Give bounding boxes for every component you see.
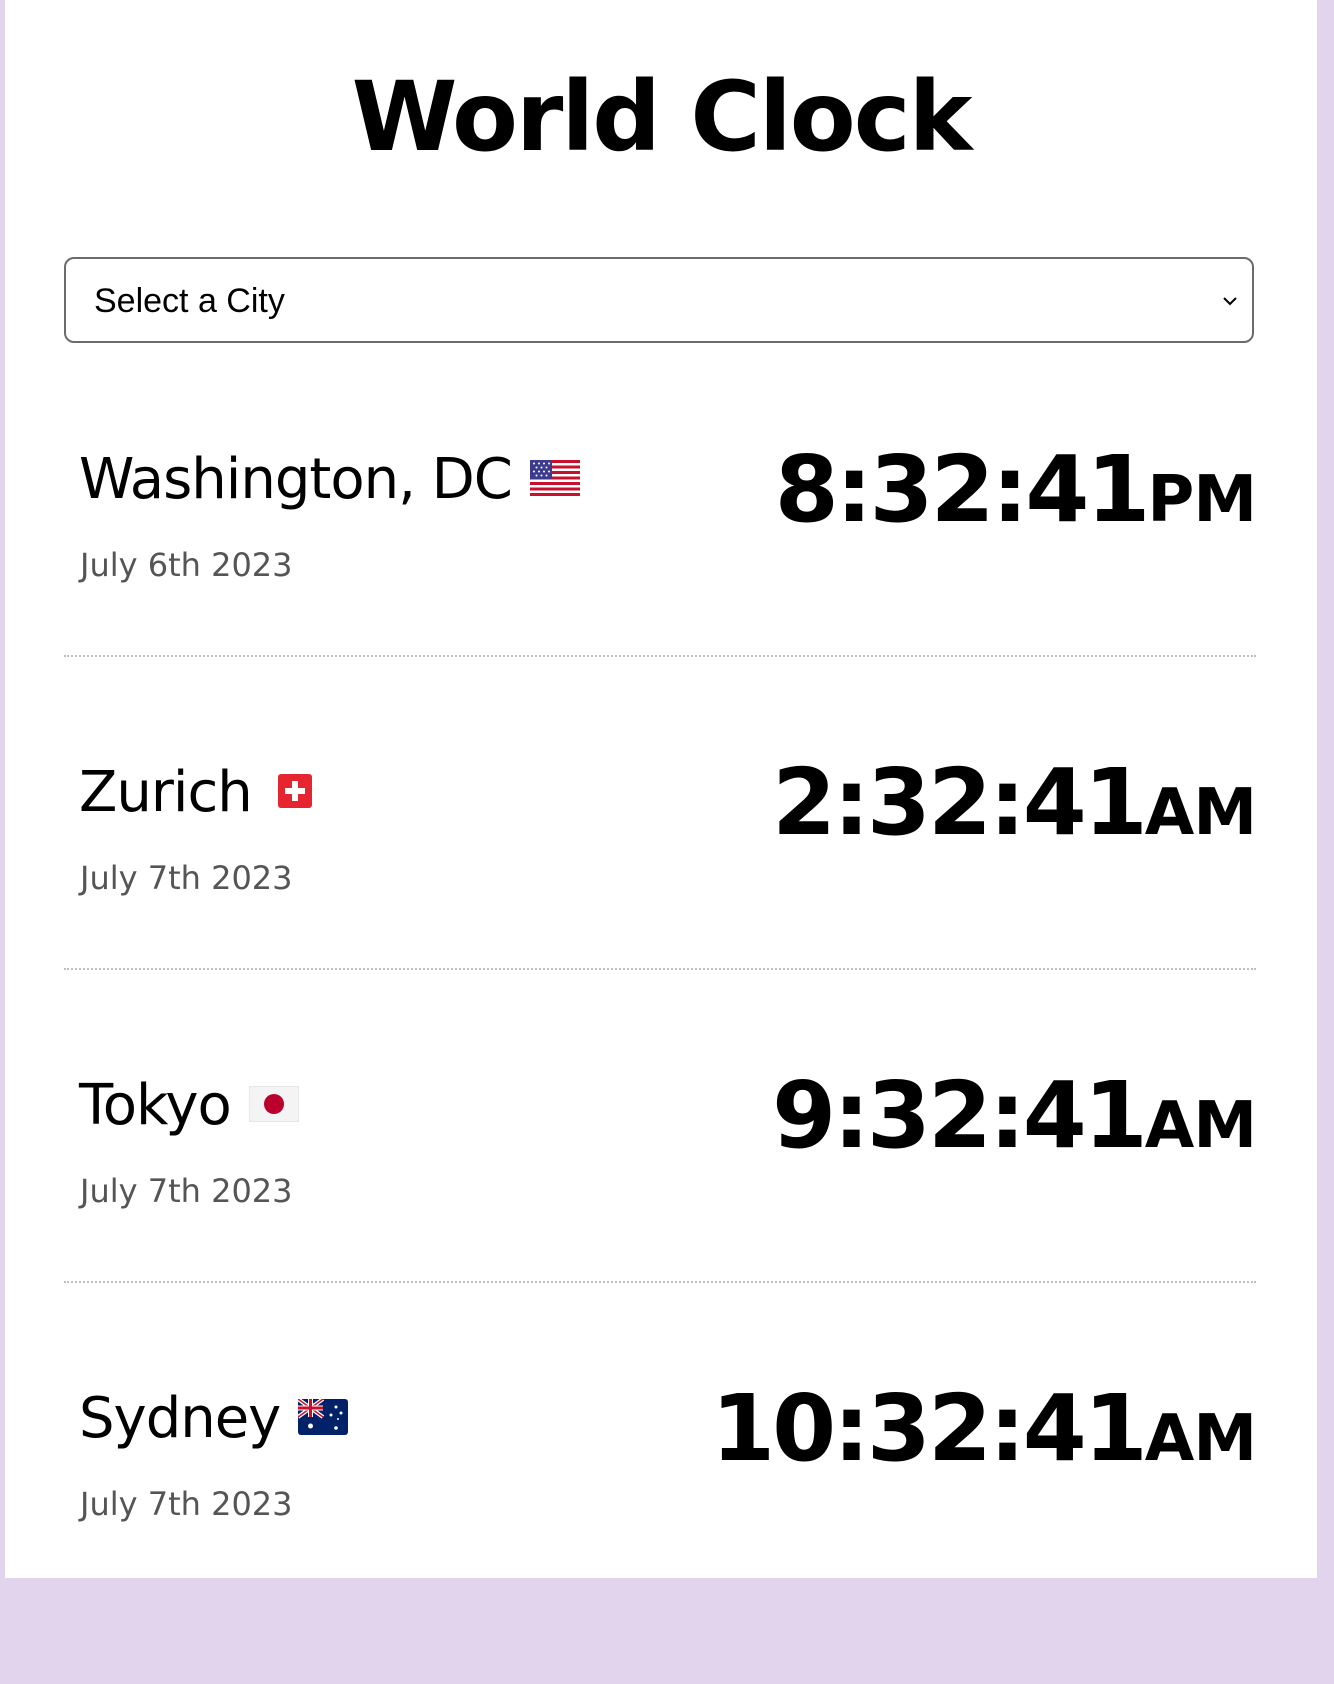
ch-flag-icon <box>277 774 312 812</box>
time-value: 8:32:41 <box>774 436 1151 543</box>
time-value: 9:32:41 <box>772 1062 1148 1169</box>
city-date: July 6th 2023 <box>80 546 293 584</box>
city-row-tokyo: Tokyo July 7th 2023 9:32:41AM <box>64 1062 1257 1371</box>
city-row-sydney: Sydney July 7th 2023 10:32:41AM <box>64 1375 1257 1684</box>
city-time: 2:32:41AM <box>772 748 1257 868</box>
city-select[interactable]: Select a City <box>64 257 1254 343</box>
city-row-washington: Washington, DC July 6th 2023 8:32:41PM <box>64 436 1257 745</box>
city-name: Sydney <box>79 1386 281 1451</box>
time-ampm: AM <box>1144 1402 1257 1476</box>
us-flag-icon <box>529 460 580 500</box>
time-ampm: AM <box>1144 1089 1257 1163</box>
city-date: July 7th 2023 <box>80 859 293 897</box>
city-date: July 7th 2023 <box>80 1485 293 1523</box>
chevron-down-icon <box>1223 297 1237 306</box>
page-title: World Clock <box>351 61 973 173</box>
divider <box>64 655 1256 657</box>
city-name: Washington, DC <box>79 447 513 512</box>
divider <box>64 1281 1256 1283</box>
city-row-zurich: Zurich July 7th 2023 2:32:41AM <box>64 749 1257 1058</box>
divider <box>64 968 1256 970</box>
city-select-label: Select a City <box>94 282 285 320</box>
time-ampm: PM <box>1147 463 1257 537</box>
city-date: July 7th 2023 <box>80 1172 293 1210</box>
city-time: 8:32:41PM <box>774 435 1257 555</box>
city-time: 9:32:41AM <box>772 1061 1257 1181</box>
city-name: Zurich <box>79 760 253 825</box>
au-flag-icon <box>297 1397 349 1439</box>
time-ampm: AM <box>1144 776 1257 850</box>
time-value: 10:32:41 <box>711 1375 1148 1482</box>
page-container: World Clock Select a City Washington, DC <box>5 0 1317 1578</box>
time-value: 2:32:41 <box>772 749 1148 856</box>
city-name: Tokyo <box>79 1073 232 1138</box>
jp-flag-icon <box>248 1085 300 1126</box>
city-time: 10:32:41AM <box>711 1374 1257 1494</box>
